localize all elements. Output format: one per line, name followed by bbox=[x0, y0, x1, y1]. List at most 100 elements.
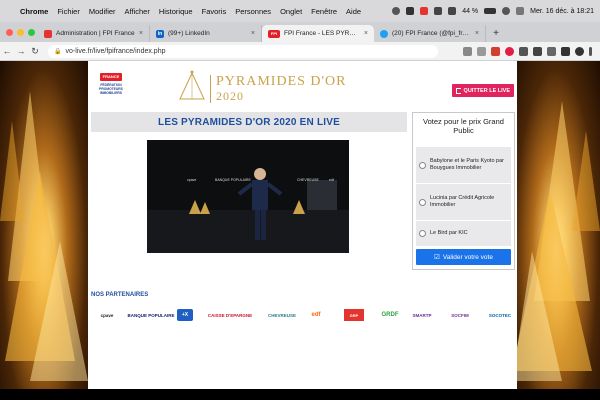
lock-icon[interactable]: 🔒 bbox=[54, 48, 61, 55]
notification-icon[interactable] bbox=[516, 7, 525, 15]
extension-icon[interactable] bbox=[519, 46, 528, 56]
menu-aide[interactable]: Aide bbox=[346, 7, 361, 16]
pdf-extension-icon[interactable] bbox=[505, 46, 514, 56]
partner-logo-chevreuse[interactable]: CHEVREUSE bbox=[265, 304, 299, 326]
partner-logo-caisse-epargne[interactable]: CAISSE D'EPARGNE bbox=[198, 304, 262, 326]
partner-logo-banque-populaire[interactable]: BANQUE POPULAIRE bbox=[126, 304, 176, 326]
tab-twitter[interactable]: (20) FPI France (@fpi_fr) / Twitter × bbox=[374, 25, 486, 42]
fpi-logo-flag: FRANCE bbox=[100, 73, 122, 81]
partners-title: NOS PARTENAIRES bbox=[91, 292, 149, 298]
back-arrow-icon[interactable]: ← bbox=[0, 46, 14, 56]
page-content: FRANCE FÉDÉRATION PROMOTEURS IMMOBILIERS… bbox=[88, 61, 517, 389]
video-sponsor-logo: edf bbox=[329, 178, 334, 182]
header-divider bbox=[210, 75, 211, 103]
puzzle-icon[interactable] bbox=[547, 46, 556, 56]
page-title: LES PYRAMIDES D'OR 2020 EN LIVE bbox=[158, 116, 340, 128]
submit-vote-button[interactable]: ☑ Valider votre vote bbox=[416, 249, 511, 265]
app-status-icon[interactable] bbox=[420, 7, 429, 15]
avatar[interactable] bbox=[575, 46, 584, 56]
menu-fenetre[interactable]: Fenêtre bbox=[311, 7, 337, 16]
window-controls bbox=[0, 22, 38, 42]
vote-option-2[interactable]: Lucinia par Crédit Agricole Immobilier bbox=[416, 184, 511, 221]
tab-bar: Administration | FPI France × in (99+) L… bbox=[0, 22, 600, 42]
menu-historique[interactable]: Historique bbox=[159, 7, 193, 16]
menu-afficher[interactable]: Afficher bbox=[125, 7, 150, 16]
close-icon[interactable]: × bbox=[364, 30, 368, 37]
partner-logo-grdf[interactable]: GRDF bbox=[376, 304, 404, 326]
browser-toolbar: ← → ↻ 🔒 vo-live.fr/live/fpifrance/index.… bbox=[0, 42, 600, 61]
vote-option-label: Le Bird par KIC bbox=[430, 230, 468, 236]
fpi-logo-text: FÉDÉRATION PROMOTEURS IMMOBILIERS bbox=[99, 83, 123, 95]
decorative-background-right bbox=[512, 61, 600, 389]
tab-title: (20) FPI France (@fpi_fr) / Twitter bbox=[392, 30, 471, 37]
golden-pyramids-left-image bbox=[0, 91, 88, 381]
live-title-bar: LES PYRAMIDES D'OR 2020 EN LIVE bbox=[91, 112, 407, 132]
tab-fpi-pyramides[interactable]: FPI FPI France - LES PYRAMIDES D'OR 2020… bbox=[262, 25, 374, 42]
fpi-logo[interactable]: FRANCE FÉDÉRATION PROMOTEURS IMMOBILIERS bbox=[96, 73, 126, 109]
vote-option-3[interactable]: Le Bird par KIC bbox=[416, 221, 511, 247]
menu-personnes[interactable]: Personnes bbox=[235, 7, 271, 16]
wifi-icon[interactable] bbox=[448, 7, 457, 15]
radio-button[interactable] bbox=[419, 198, 426, 206]
vote-panel: Votez pour le prix Grand Public Babylone… bbox=[412, 112, 515, 270]
search-icon[interactable] bbox=[502, 7, 511, 15]
brand-year: 2020 bbox=[216, 89, 244, 103]
tab-title: FPI France - LES PYRAMIDES D'OR 2020 bbox=[284, 30, 360, 37]
star-icon[interactable] bbox=[477, 46, 486, 56]
screen-bottom-border bbox=[0, 389, 600, 400]
partner-logo-smartp[interactable]: SMARTP bbox=[410, 304, 434, 326]
live-video-player[interactable]: cpave BANQUE POPULAIRE CHEVREUSE edf bbox=[147, 140, 349, 253]
tab-title: Administration | FPI France bbox=[56, 30, 135, 37]
new-tab-button[interactable]: + bbox=[486, 25, 506, 42]
tab-linkedin[interactable]: in (99+) LinkedIn × bbox=[150, 25, 262, 42]
partner-logo-cpave[interactable]: cpave bbox=[91, 304, 123, 326]
video-sponsor-logo: cpave bbox=[187, 178, 197, 182]
video-sponsor-logo: BANQUE POPULAIRE bbox=[215, 178, 251, 182]
screen-icon[interactable] bbox=[406, 7, 415, 15]
partner-logo-plus[interactable]: +X bbox=[177, 309, 193, 321]
quit-live-label: QUITTER LE LIVE bbox=[463, 87, 510, 94]
menu-favoris[interactable]: Favoris bbox=[202, 7, 227, 16]
pyramid-logo-icon bbox=[179, 70, 205, 100]
vote-option-1[interactable]: Babylone et le Paris Kyoto par Bouygues … bbox=[416, 147, 511, 184]
menu-modifier[interactable]: Modifier bbox=[89, 7, 116, 16]
url-text: vo-live.fr/live/fpifrance/index.php bbox=[65, 47, 166, 55]
macos-menubar: Chrome Fichier Modifier Afficher Histori… bbox=[0, 0, 600, 23]
partner-logo-grp[interactable]: GRP bbox=[344, 309, 364, 321]
reload-icon[interactable]: ↻ bbox=[28, 46, 42, 57]
close-icon[interactable]: × bbox=[139, 30, 143, 37]
forward-arrow-icon[interactable]: → bbox=[14, 46, 28, 56]
partner-logo-socfim[interactable]: SOCFIM bbox=[440, 304, 480, 326]
partner-logo-edf[interactable]: edf bbox=[304, 304, 328, 326]
key-icon[interactable] bbox=[463, 46, 472, 56]
close-window-icon[interactable] bbox=[6, 28, 13, 36]
tab-title: (99+) LinkedIn bbox=[168, 30, 210, 37]
maximize-window-icon[interactable] bbox=[28, 28, 35, 36]
quit-live-button[interactable]: QUITTER LE LIVE bbox=[451, 84, 514, 97]
cast-icon[interactable] bbox=[533, 46, 542, 56]
clock-icon[interactable] bbox=[434, 7, 443, 15]
linkedin-icon: in bbox=[156, 29, 164, 38]
submit-vote-label: Valider votre vote bbox=[442, 253, 493, 261]
more-menu-icon[interactable] bbox=[589, 46, 592, 56]
radio-button[interactable] bbox=[419, 230, 426, 237]
download-icon[interactable] bbox=[561, 46, 570, 56]
close-icon[interactable]: × bbox=[251, 30, 255, 37]
cloud-icon[interactable] bbox=[392, 7, 401, 15]
menu-fichier[interactable]: Fichier bbox=[57, 7, 80, 16]
vote-option-label: Babylone et le Paris Kyoto par Bouygues … bbox=[430, 158, 504, 171]
radio-button[interactable] bbox=[419, 161, 426, 169]
menu-app-chrome[interactable]: Chrome bbox=[20, 7, 48, 16]
menubar-datetime[interactable]: Mer. 16 déc. à 18:21 bbox=[530, 8, 594, 15]
gmail-extension-icon[interactable] bbox=[491, 46, 500, 56]
close-icon[interactable]: × bbox=[475, 30, 479, 37]
tab-administration[interactable]: Administration | FPI France × bbox=[38, 25, 150, 42]
address-bar[interactable]: 🔒 vo-live.fr/live/fpifrance/index.php bbox=[48, 44, 438, 58]
exit-icon bbox=[455, 87, 461, 94]
web-viewport: FRANCE FÉDÉRATION PROMOTEURS IMMOBILIERS… bbox=[0, 61, 600, 389]
minimize-window-icon[interactable] bbox=[17, 28, 24, 36]
menu-onglet[interactable]: Onglet bbox=[280, 7, 302, 16]
event-brand: PYRAMIDES D'OR 2020 bbox=[216, 75, 346, 104]
partner-logo-socotec[interactable]: SOCOTEC bbox=[486, 304, 514, 326]
battery-icon[interactable] bbox=[484, 8, 497, 14]
